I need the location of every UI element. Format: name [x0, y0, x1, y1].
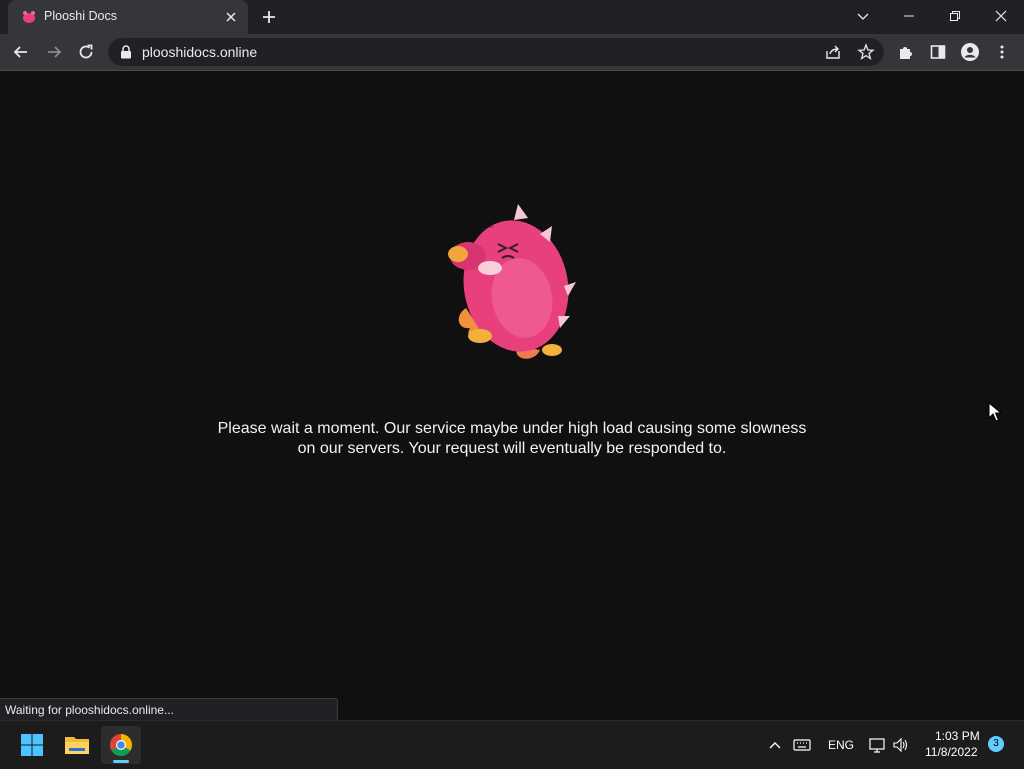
network-icon[interactable]	[869, 737, 887, 753]
browser-menu-button[interactable]	[990, 40, 1014, 64]
loading-message: Please wait a moment. Our service maybe …	[150, 419, 874, 458]
restore-icon	[950, 11, 960, 21]
message-line-2: on our servers. Your request will eventu…	[297, 439, 727, 457]
plush-monster-mascot-image: ~ ~	[448, 204, 576, 359]
profile-button[interactable]	[958, 40, 982, 64]
restore-button[interactable]	[932, 0, 978, 32]
tab-strip: Plooshi Docs	[0, 0, 1024, 34]
tab-plooshi-docs[interactable]: Plooshi Docs	[8, 0, 248, 34]
reload-icon	[79, 44, 93, 59]
arrow-right-icon	[48, 46, 62, 58]
taskbar: ENG 1:03 PM 11/8/2022	[0, 720, 1024, 769]
close-window-button[interactable]	[978, 0, 1024, 32]
plooshi-favicon-icon	[23, 11, 35, 23]
message-line-1: Please wait a moment. Our service maybe …	[217, 420, 807, 437]
browser-toolbar: plooshidocs.online	[0, 34, 1024, 71]
arrow-left-icon	[13, 46, 27, 58]
clock-time[interactable]: 1:03 PM	[935, 729, 980, 743]
start-button[interactable]	[12, 726, 52, 764]
kebab-menu-icon	[1000, 45, 1004, 59]
side-panel-icon	[930, 45, 946, 59]
file-explorer-button[interactable]	[57, 726, 97, 764]
minimize-button[interactable]	[886, 0, 932, 32]
puzzle-icon	[900, 47, 912, 59]
url-text[interactable]: plooshidocs.online	[142, 44, 257, 60]
chrome-taskbar-button[interactable]	[101, 726, 141, 764]
profile-icon	[961, 43, 979, 61]
close-tab-icon[interactable]	[223, 9, 239, 25]
volume-icon[interactable]	[892, 737, 910, 753]
notification-badge[interactable]: 3	[988, 736, 1004, 752]
clock-date[interactable]: 11/8/2022	[925, 745, 978, 759]
new-tab-icon[interactable]	[260, 8, 278, 26]
language-indicator[interactable]: ENG	[828, 738, 854, 752]
address-bar[interactable]: plooshidocs.online	[108, 38, 884, 66]
lock-icon[interactable]	[120, 45, 132, 59]
chevron-up-icon[interactable]	[766, 737, 784, 753]
chevron-down-icon	[857, 13, 869, 20]
minimize-icon	[904, 15, 914, 17]
bookmark-star-icon[interactable]	[857, 43, 875, 61]
active-app-indicator	[113, 760, 129, 763]
folder-icon	[65, 737, 89, 754]
share-icon[interactable]	[824, 43, 842, 61]
tab-title: Plooshi Docs	[44, 9, 117, 23]
keyboard-icon[interactable]	[793, 737, 811, 753]
windows-logo-icon	[21, 734, 43, 756]
status-bubble: Waiting for plooshidocs.online...	[0, 698, 338, 720]
reload-button[interactable]	[74, 40, 98, 64]
close-icon	[995, 10, 1007, 22]
chrome-icon	[110, 734, 132, 756]
back-button[interactable]	[9, 40, 33, 64]
forward-button[interactable]	[42, 40, 66, 64]
mouse-cursor-icon	[988, 402, 1002, 422]
page-content	[0, 71, 1024, 717]
side-panel-button[interactable]	[926, 40, 950, 64]
tab-search-button[interactable]	[840, 0, 886, 32]
extensions-button[interactable]	[894, 40, 918, 64]
